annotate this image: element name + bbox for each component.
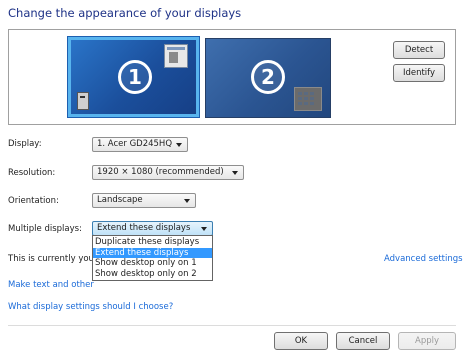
cancel-button[interactable]: Cancel (336, 332, 390, 350)
display-preview-area: 1 2 Detect Identify (8, 29, 456, 125)
display-select[interactable]: 1. Acer GD245HQ (92, 137, 188, 152)
identify-button[interactable]: Identify (393, 64, 445, 82)
make-text-larger-link[interactable]: Make text and other (8, 280, 94, 290)
page-title: Change the appearance of your displays (8, 6, 242, 20)
advanced-settings-link[interactable]: Advanced settings (384, 254, 463, 264)
resolution-label: Resolution: (8, 168, 56, 178)
window-icon (164, 44, 188, 68)
monitor-2[interactable]: 2 (205, 38, 331, 118)
keyboard-icon (294, 87, 322, 111)
chevron-down-icon (184, 199, 190, 203)
chevron-down-icon (176, 143, 182, 147)
orientation-select-value: Landscape (97, 195, 143, 205)
resolution-select[interactable]: 1920 × 1080 (recommended) (92, 165, 244, 180)
apply-button[interactable]: Apply (398, 332, 456, 350)
monitor-1-number: 1 (118, 60, 152, 94)
chevron-down-icon (232, 171, 238, 175)
monitor-1[interactable]: 1 (67, 36, 200, 118)
chevron-down-icon (201, 227, 207, 231)
dropdown-option-only-2[interactable]: Show desktop only on 2 (93, 269, 212, 280)
multiple-displays-label: Multiple displays: (8, 224, 82, 234)
display-label: Display: (8, 139, 42, 149)
multiple-displays-dropdown: Duplicate these displays Extend these di… (92, 235, 213, 281)
orientation-label: Orientation: (8, 196, 59, 206)
display-settings-help-link[interactable]: What display settings should I choose? (8, 302, 173, 312)
detect-button[interactable]: Detect (393, 41, 445, 59)
multiple-displays-select-value: Extend these displays (97, 223, 191, 233)
monitor-2-number: 2 (251, 60, 285, 94)
ok-button[interactable]: OK (274, 332, 328, 350)
computer-icon (77, 92, 89, 110)
dropdown-option-only-1[interactable]: Show desktop only on 1 (93, 258, 212, 269)
dropdown-option-duplicate[interactable]: Duplicate these displays (93, 237, 212, 248)
orientation-select[interactable]: Landscape (92, 193, 196, 208)
resolution-select-value: 1920 × 1080 (recommended) (97, 167, 224, 177)
footer-divider (8, 325, 456, 326)
display-select-value: 1. Acer GD245HQ (97, 139, 173, 149)
dropdown-option-extend[interactable]: Extend these displays (93, 247, 212, 258)
current-display-text: This is currently you (8, 254, 94, 264)
multiple-displays-select[interactable]: Extend these displays (92, 221, 213, 236)
